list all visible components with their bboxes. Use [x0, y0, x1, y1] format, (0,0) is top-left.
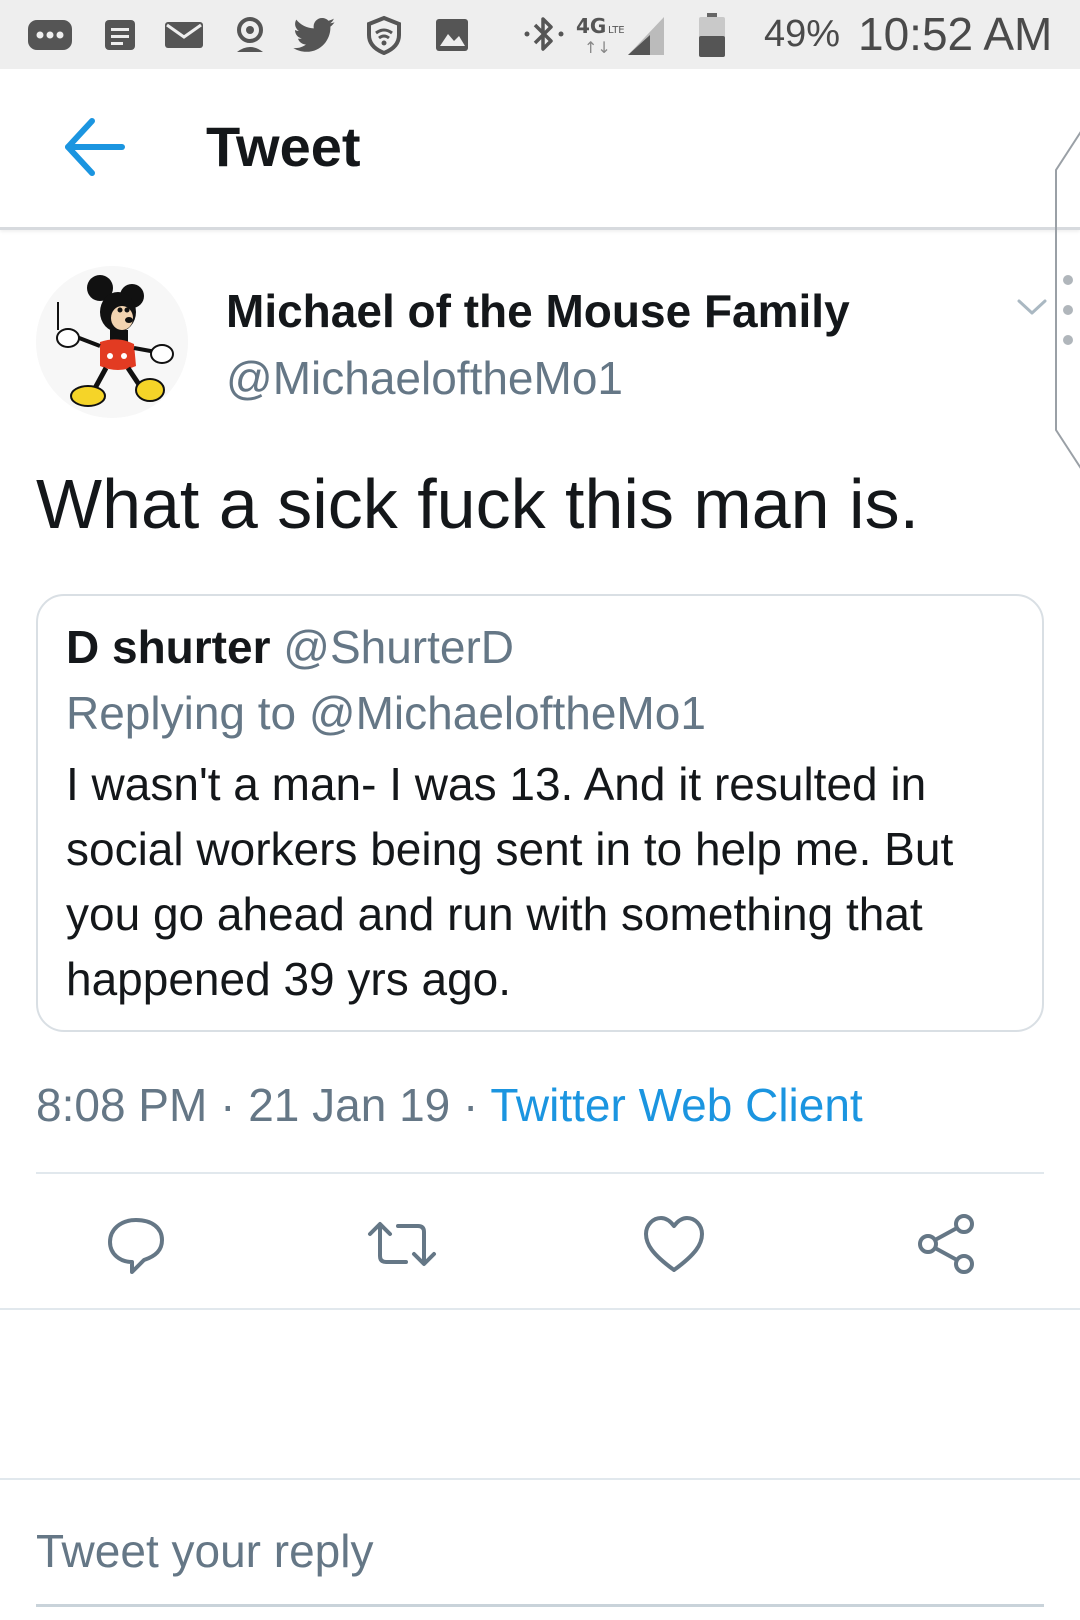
quoted-text-line: social workers being sent in to help me.… [66, 823, 954, 875]
tweet-date: 21 Jan 19 [248, 1079, 451, 1131]
tweet-time: 8:08 PM [36, 1079, 208, 1131]
reply-icon [108, 1218, 164, 1274]
quoted-replying-to[interactable]: Replying to @MichaeloftheMo1 [66, 686, 706, 740]
signal-icon: 4G LTE ↑↓ [572, 0, 668, 69]
quoted-author-name: D shurter [66, 621, 271, 673]
divider [36, 1172, 1044, 1174]
divider [0, 1308, 1080, 1310]
svg-text:LTE: LTE [608, 25, 625, 36]
like-button[interactable] [634, 1208, 714, 1280]
tweet-source-link[interactable]: Twitter Web Client [490, 1079, 862, 1131]
retweet-button[interactable] [362, 1208, 442, 1280]
share-icon [918, 1214, 974, 1274]
reply-input-underline [36, 1604, 1044, 1607]
page-title: Tweet [206, 115, 361, 178]
share-button[interactable] [906, 1208, 986, 1280]
quoted-tweet[interactable]: D shurter @ShurterD Replying to @Michael… [36, 594, 1044, 1032]
reply-input[interactable]: Tweet your reply [36, 1524, 373, 1578]
author-handle[interactable]: @MichaeloftheMo1 [226, 351, 623, 405]
more-icon [26, 0, 74, 69]
back-button[interactable] [54, 111, 134, 183]
svg-text:↑↓: ↑↓ [584, 38, 611, 57]
status-bar: 4G LTE ↑↓ 49% 10:52 AM [0, 0, 1080, 69]
tweet-options-button[interactable] [1010, 290, 1054, 324]
bluetooth-icon [520, 0, 570, 69]
battery-icon [692, 0, 732, 69]
author-name[interactable]: Michael of the Mouse Family [226, 284, 850, 338]
status-time: 10:52 AM [858, 8, 1053, 60]
meta-separator: · [220, 1079, 236, 1131]
like-icon [644, 1216, 704, 1272]
retweet-icon [368, 1222, 436, 1266]
chevron-down-icon [1017, 299, 1047, 315]
divider [0, 1478, 1080, 1480]
mail-icon [162, 0, 206, 69]
quoted-text-line: happened 39 yrs ago. [66, 953, 512, 1005]
twitter-icon [292, 0, 338, 69]
mouse-avatar-icon [36, 266, 188, 418]
quoted-author-handle: @ShurterD [283, 621, 515, 673]
gallery-icon [432, 0, 472, 69]
svg-text:4G: 4G [576, 14, 606, 38]
tweet-text: What a sick fuck this man is. [36, 465, 920, 543]
reply-button[interactable] [96, 1208, 176, 1280]
meta-separator: · [463, 1079, 479, 1131]
vpn-shield-icon [362, 0, 406, 69]
message-icon [100, 0, 140, 69]
battery-percent: 49% [764, 13, 841, 55]
quoted-text: I wasn't a man- I was 13. And it resulte… [66, 752, 953, 1012]
arrow-left-icon [65, 118, 125, 176]
quoted-text-line: you go ahead and run with something that [66, 888, 923, 940]
app-header: Tweet [0, 69, 1080, 230]
quoted-header: D shurter @ShurterD [66, 620, 514, 674]
tweet-meta: 8:08 PM · 21 Jan 19 · Twitter Web Client [36, 1078, 863, 1132]
avatar[interactable] [36, 266, 188, 418]
account-icon [230, 0, 270, 69]
quoted-text-line: I wasn't a man- I was 13. And it resulte… [66, 758, 927, 810]
more-vertical-icon[interactable] [1060, 272, 1076, 348]
